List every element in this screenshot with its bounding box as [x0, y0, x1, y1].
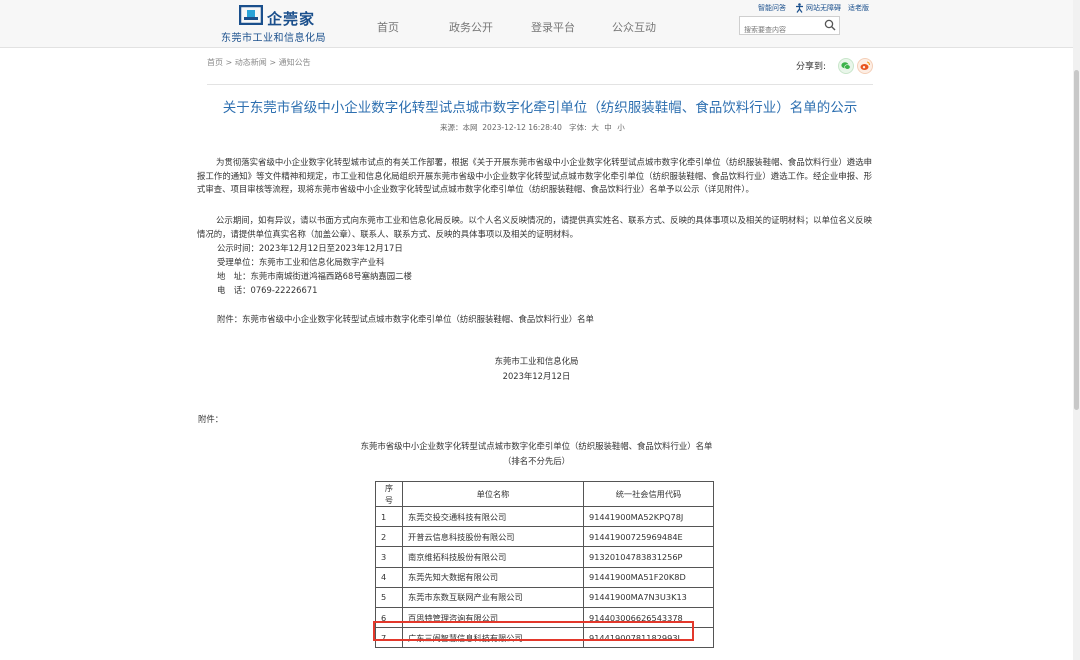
cell-credit-code: 91441900MA51F20K8D	[583, 566, 714, 588]
article-paragraph: 公示期间，如有异议，请以书面方式向东莞市工业和信息化局反映。以个人名义反映情况的…	[197, 215, 872, 239]
nav-public-interaction[interactable]: 公众互动	[612, 19, 656, 35]
cell-index: 2	[375, 526, 403, 548]
cell-index: 4	[375, 566, 403, 588]
breadcrumb-notices[interactable]: 通知公告	[279, 58, 311, 67]
top-link-elderly-version[interactable]: 适老版	[848, 3, 869, 13]
cell-credit-code: 91441900MA52KPQ78J	[583, 505, 714, 528]
cell-credit-code: 91320104783831256P	[583, 546, 714, 568]
search-box	[739, 16, 840, 39]
table-row: 6 百思特管理咨询有限公司 914403006626543378	[375, 606, 714, 629]
cell-unit-name: 东莞先知大数据有限公司	[402, 566, 584, 588]
wechat-icon[interactable]	[838, 58, 854, 74]
phone-line: 电 话：0769-22226671	[217, 285, 318, 295]
cell-credit-code: 91441900MA7N3U3K13	[583, 586, 714, 608]
nav-home[interactable]: 首页	[377, 19, 399, 35]
table-row: 1 东莞交投交通科技有限公司 91441900MA52KPQ78J	[375, 505, 714, 528]
top-link-smart-qa[interactable]: 智能问答	[758, 3, 786, 13]
cell-unit-name: 东莞市东数互联网产业有限公司	[402, 586, 584, 608]
article-meta: 来源：本网 2023-12-12 16:28:40 字体: 大 中 小	[440, 122, 628, 133]
table-row-highlighted: 7 广东三阖智慧信息科技有限公司 91441900781182993L	[375, 627, 714, 649]
logo-icon	[239, 5, 263, 25]
cell-credit-code: 914403006626543378	[583, 606, 714, 629]
cell-unit-name: 百思特管理咨询有限公司	[402, 606, 584, 629]
publicity-period: 公示时间：2023年12月12日至2023年12月17日	[217, 243, 403, 253]
header-divider	[207, 84, 873, 85]
breadcrumb-separator: >	[269, 58, 277, 67]
cell-index: 5	[375, 586, 403, 608]
logo-brand[interactable]: 企莞家	[267, 8, 315, 29]
page-scrollbar[interactable]	[1073, 0, 1080, 660]
share-label: 分享到:	[796, 62, 827, 72]
weibo-icon[interactable]	[857, 58, 873, 74]
signature-date: 2023年12月12日	[502, 371, 571, 381]
font-size-label: 字体:	[569, 123, 587, 132]
cell-credit-code: 91441900781182993L	[583, 627, 714, 649]
top-link-accessibility[interactable]: 网站无障碍	[795, 3, 841, 13]
breadcrumb-separator: >	[225, 58, 233, 67]
table-row: 2 开普云信息科技股份有限公司 91441900725969484E	[375, 526, 714, 548]
accessibility-label: 网站无障碍	[806, 4, 841, 12]
article-source: 来源：本网	[440, 123, 478, 132]
article-date: 2023-12-12 16:28:40	[482, 123, 562, 132]
cell-index: 7	[375, 627, 403, 649]
units-table: 序号 单位名称 统一社会信用代码 1 东莞交投交通科技有限公司 91441900…	[375, 481, 714, 649]
cell-credit-code: 91441900725969484E	[583, 526, 714, 548]
column-header-unit-name: 单位名称	[402, 481, 584, 507]
scrollbar-thumb[interactable]	[1074, 70, 1079, 410]
attachment-link[interactable]: 附件：东莞市省级中小企业数字化转型试点城市数字化牵引单位（纺织服装鞋帽、食品饮料…	[217, 313, 594, 325]
cell-index: 6	[375, 606, 403, 629]
accessibility-icon	[796, 3, 803, 13]
breadcrumb: 首页 > 动态新闻 > 通知公告	[207, 57, 311, 68]
search-icon[interactable]	[824, 19, 836, 31]
cell-unit-name: 广东三阖智慧信息科技有限公司	[402, 627, 584, 649]
nav-login-platform[interactable]: 登录平台	[531, 19, 575, 35]
nav-gov-affairs[interactable]: 政务公开	[449, 19, 493, 35]
column-header-index: 序号	[375, 481, 403, 507]
attachment-label: 附件：	[198, 414, 224, 424]
column-header-credit-code: 统一社会信用代码	[583, 481, 714, 507]
breadcrumb-news[interactable]: 动态新闻	[235, 58, 267, 67]
search-input[interactable]	[740, 21, 820, 39]
site-header: 企莞家 东莞市工业和信息化局 首页 政务公开 登录平台 公众互动 智能问答 网站…	[0, 0, 1080, 48]
cell-unit-name: 开普云信息科技股份有限公司	[402, 526, 584, 548]
table-row: 5 东莞市东数互联网产业有限公司 91441900MA7N3U3K13	[375, 586, 714, 608]
attachment-caption: 东莞市省级中小企业数字化转型试点城市数字化牵引单位（纺织服装鞋帽、食品饮料行业）…	[360, 441, 713, 451]
font-size-medium[interactable]: 中	[604, 123, 612, 132]
table-row: 4 东莞先知大数据有限公司 91441900MA51F20K8D	[375, 566, 714, 588]
article-title: 关于东莞市省级中小企业数字化转型试点城市数字化牵引单位（纺织服装鞋帽、食品饮料行…	[222, 100, 858, 116]
cell-index: 3	[375, 546, 403, 568]
attachment-subcaption: （排名不分先后）	[503, 456, 570, 466]
cell-unit-name: 东莞交投交通科技有限公司	[402, 505, 584, 528]
font-size-large[interactable]: 大	[591, 123, 599, 132]
font-size-small[interactable]: 小	[617, 123, 625, 132]
article-paragraph: 为贯彻落实省级中小企业数字化转型城市试点的有关工作部署，根据《关于开展东莞市省级…	[197, 157, 872, 194]
cell-unit-name: 南京维拓科技股份有限公司	[402, 546, 584, 568]
accepting-unit: 受理单位：东莞市工业和信息化局数字产业科	[217, 257, 385, 267]
breadcrumb-home[interactable]: 首页	[207, 58, 223, 67]
signature-org: 东莞市工业和信息化局	[494, 356, 579, 366]
logo-subtitle[interactable]: 东莞市工业和信息化局	[221, 29, 326, 44]
address-line: 地 址：东莞市南城街道鸿福西路68号塞纳嘉园二楼	[217, 271, 412, 281]
table-header-row: 序号 单位名称 统一社会信用代码	[375, 481, 714, 507]
cell-index: 1	[375, 505, 403, 528]
table-row: 3 南京维拓科技股份有限公司 91320104783831256P	[375, 546, 714, 568]
